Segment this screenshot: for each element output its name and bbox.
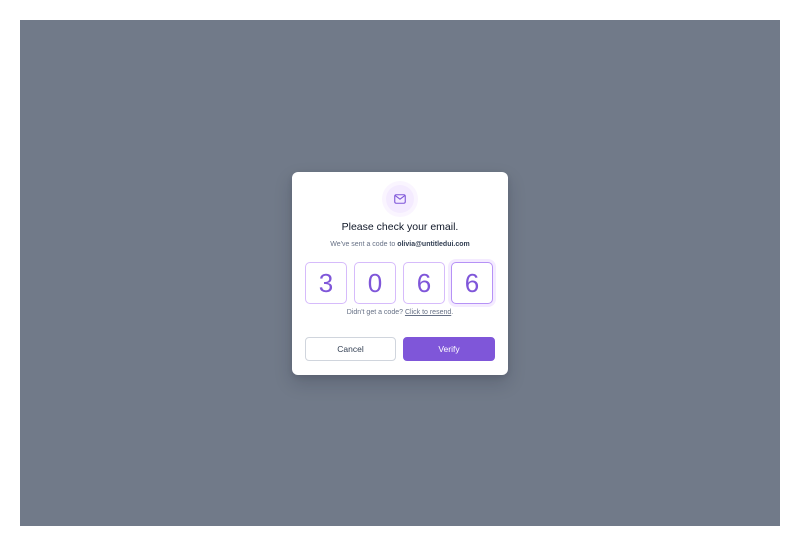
resend-link[interactable]: Click to resend — [405, 309, 451, 316]
mail-icon-badge — [386, 185, 414, 213]
mail-icon — [394, 194, 406, 204]
verify-button[interactable]: Verify — [403, 337, 495, 361]
verification-code-input: 3 0 6 6 — [305, 262, 495, 306]
dialog-title: Please check your email. — [341, 221, 459, 233]
code-digit-1[interactable]: 3 — [305, 262, 347, 304]
code-digit-4[interactable]: 6 — [451, 262, 493, 304]
subtitle-prefix: We've sent a code to — [330, 241, 398, 248]
dialog-subtitle: We've sent a code to olivia@untitledui.c… — [292, 241, 508, 248]
resend-prefix: Didn't get a code? — [346, 309, 405, 316]
code-digit-3[interactable]: 6 — [403, 262, 445, 304]
verify-email-dialog: Please check your email. We've sent a co… — [292, 172, 508, 375]
resend-suffix: . — [451, 309, 454, 316]
email-address: olivia@untitledui.com — [397, 241, 470, 248]
cancel-button[interactable]: Cancel — [305, 337, 396, 361]
resend-text: Didn't get a code? Click to resend. — [292, 309, 508, 316]
code-digit-2[interactable]: 0 — [354, 262, 396, 304]
